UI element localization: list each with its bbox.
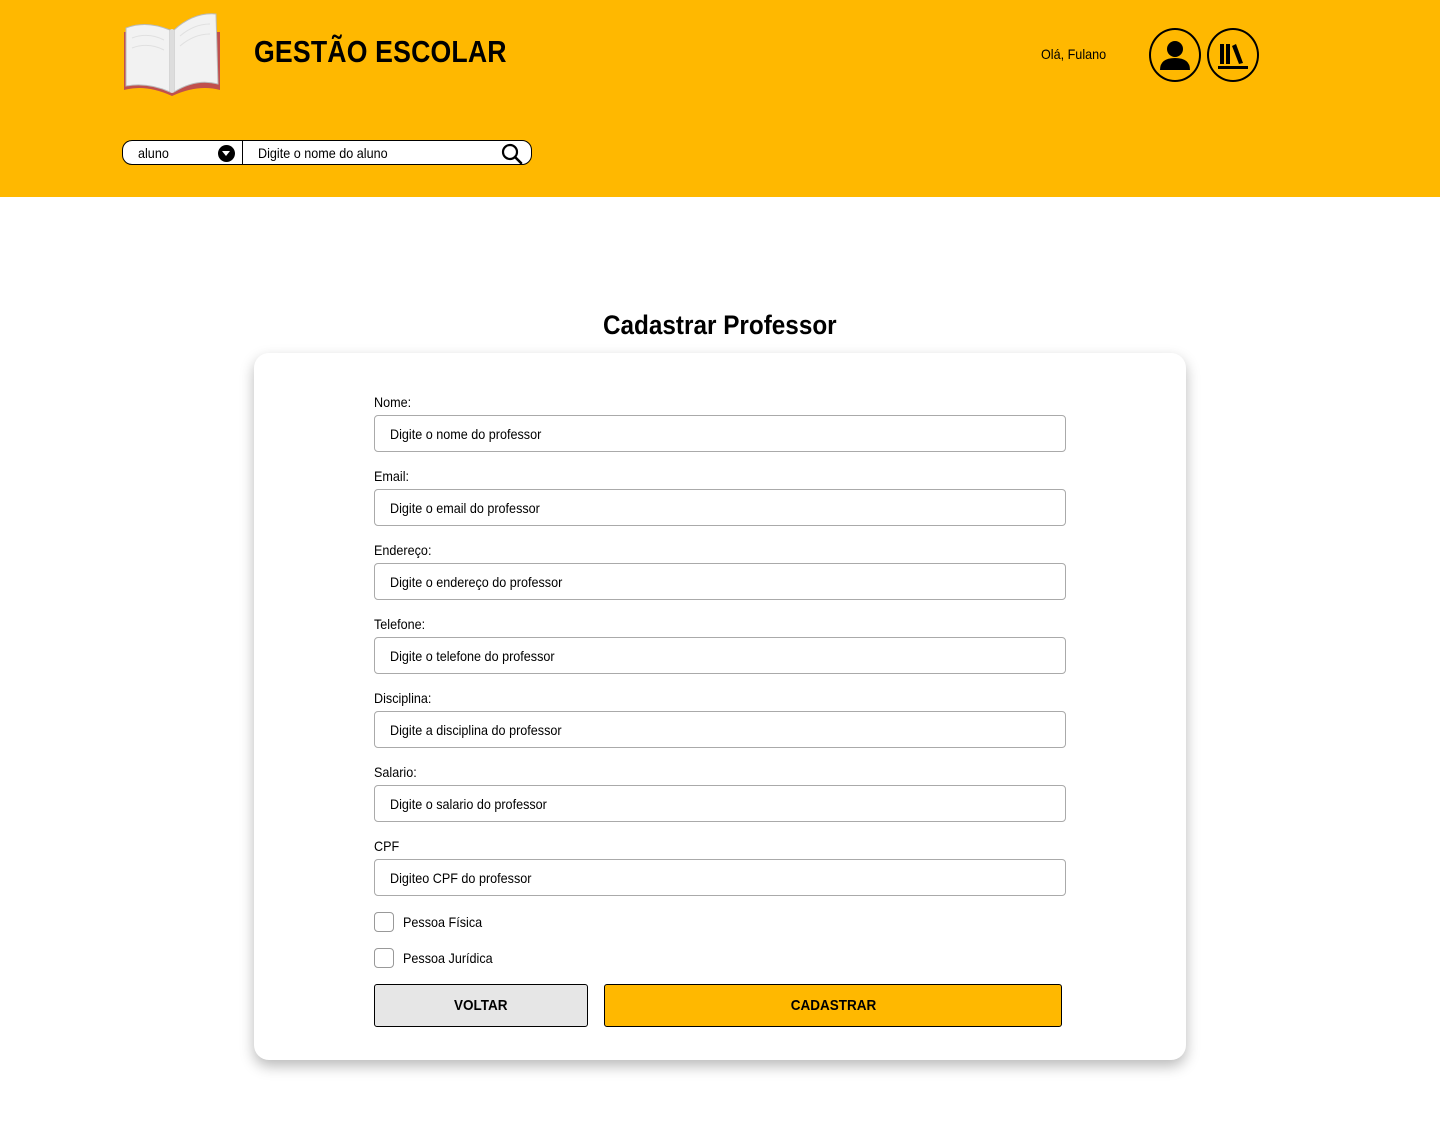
submit-button[interactable]: CADASTRAR: [604, 984, 1062, 1027]
cpf-field[interactable]: Digiteo CPF do professor: [374, 859, 1066, 896]
search-type-value: aluno: [138, 144, 169, 161]
phone-field[interactable]: Digite o telefone do professor: [374, 637, 1066, 674]
user-icon: [1160, 41, 1190, 70]
email-field[interactable]: Digite o email do professor: [374, 489, 1066, 526]
name-label: Nome:: [374, 394, 412, 410]
salary-label: Salario:: [374, 764, 417, 780]
page-title: Cadastrar Professor: [603, 310, 837, 340]
library-button[interactable]: [1207, 28, 1259, 82]
search-type-select[interactable]: aluno: [123, 141, 243, 164]
email-label: Email:: [374, 468, 410, 484]
address-label: Endereço:: [374, 542, 432, 558]
search-icon[interactable]: [501, 143, 523, 165]
search-placeholder: Digite o nome do aluno: [258, 144, 388, 161]
pessoa-juridica-checkbox[interactable]: [374, 948, 394, 968]
phone-label: Telefone:: [374, 616, 426, 632]
app-title: GESTÃO ESCOLAR: [254, 34, 507, 69]
form-card: Nome: Digite o nome do professor Email: …: [254, 353, 1186, 1060]
chevron-down-icon: [218, 145, 235, 162]
open-book-logo: [124, 13, 220, 96]
header: GESTÃO ESCOLAR Olá, Fulano aluno Digite …: [0, 0, 1440, 197]
search-bar: aluno Digite o nome do aluno: [122, 140, 532, 165]
search-input[interactable]: Digite o nome do aluno: [243, 141, 531, 164]
name-field[interactable]: Digite o nome do professor: [374, 415, 1066, 452]
subject-label: Disciplina:: [374, 690, 432, 706]
pessoa-fisica-option[interactable]: Pessoa Física: [374, 912, 491, 932]
salary-field[interactable]: Digite o salario do professor: [374, 785, 1066, 822]
pessoa-juridica-option[interactable]: Pessoa Jurídica: [374, 948, 503, 968]
profile-button[interactable]: [1149, 28, 1201, 82]
pessoa-juridica-label: Pessoa Jurídica: [403, 950, 493, 966]
user-greeting: Olá, Fulano: [1041, 46, 1107, 62]
pessoa-fisica-checkbox[interactable]: [374, 912, 394, 932]
subject-field[interactable]: Digite a disciplina do professor: [374, 711, 1066, 748]
books-icon: [1218, 44, 1248, 69]
address-field[interactable]: Digite o endereço do professor: [374, 563, 1066, 600]
pessoa-fisica-label: Pessoa Física: [403, 914, 483, 930]
cpf-label: CPF: [374, 838, 400, 854]
back-button[interactable]: VOLTAR: [374, 984, 588, 1027]
